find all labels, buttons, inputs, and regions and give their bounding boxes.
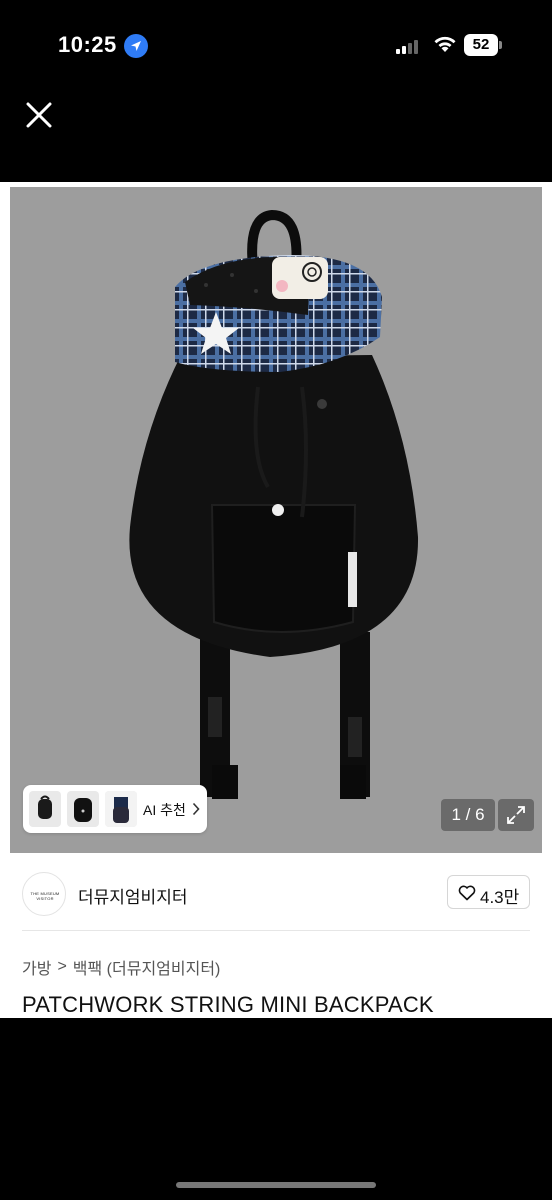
expand-icon <box>507 806 525 824</box>
status-time: 10:25 <box>58 32 117 57</box>
product-title: PATCHWORK STRING MINI BACKPACK <box>22 992 434 1017</box>
shop-name[interactable]: 더뮤지엄비지터 <box>78 883 187 908</box>
battery-icon: 52 <box>464 34 502 56</box>
cellular-signal-icon <box>396 38 424 54</box>
shop-avatar[interactable]: THE MUSEUM VISITOR <box>22 872 66 916</box>
ai-recommend-label: AI 추천 <box>143 802 186 818</box>
close-icon <box>26 102 52 128</box>
product-detail-sheet: AI 추천 1 / 6 THE MUSEUM VISITOR 더뮤지엄비지터 4… <box>0 182 552 1018</box>
chevron-right-icon <box>192 802 200 816</box>
breadcrumb-category[interactable]: 가방 <box>22 955 51 979</box>
image-counter: 1 / 6 <box>441 799 495 831</box>
shop-row[interactable]: THE MUSEUM VISITOR 더뮤지엄비지터 4.3만 <box>0 870 552 932</box>
expand-button[interactable] <box>498 799 534 831</box>
ai-recommend-button[interactable]: AI 추천 <box>23 785 207 833</box>
wifi-icon <box>434 36 456 52</box>
product-image[interactable]: AI 추천 1 / 6 <box>10 187 542 853</box>
breadcrumb-subcategory[interactable]: 백팩 (더뮤지엄비지터) <box>73 955 221 979</box>
location-arrow-icon <box>124 34 148 58</box>
close-button[interactable] <box>20 96 58 134</box>
breadcrumb-separator: > <box>57 958 67 975</box>
heart-outline-icon <box>458 885 476 901</box>
recommend-thumbnail-1[interactable] <box>29 791 61 827</box>
backpack-photo <box>129 209 419 799</box>
battery-level: 52 <box>464 34 498 56</box>
recommend-thumbnail-2[interactable] <box>67 791 99 827</box>
home-indicator[interactable] <box>176 1182 376 1188</box>
status-bar: 10:25 52 <box>0 0 552 90</box>
breadcrumb: 가방 > 백팩 (더뮤지엄비지터) <box>22 955 220 979</box>
divider <box>22 930 530 931</box>
like-count: 4.3만 <box>480 888 520 907</box>
shop-avatar-logo: THE MUSEUM VISITOR <box>30 891 60 901</box>
like-button[interactable]: 4.3만 <box>447 875 530 909</box>
recommend-thumbnail-3[interactable] <box>105 791 137 827</box>
